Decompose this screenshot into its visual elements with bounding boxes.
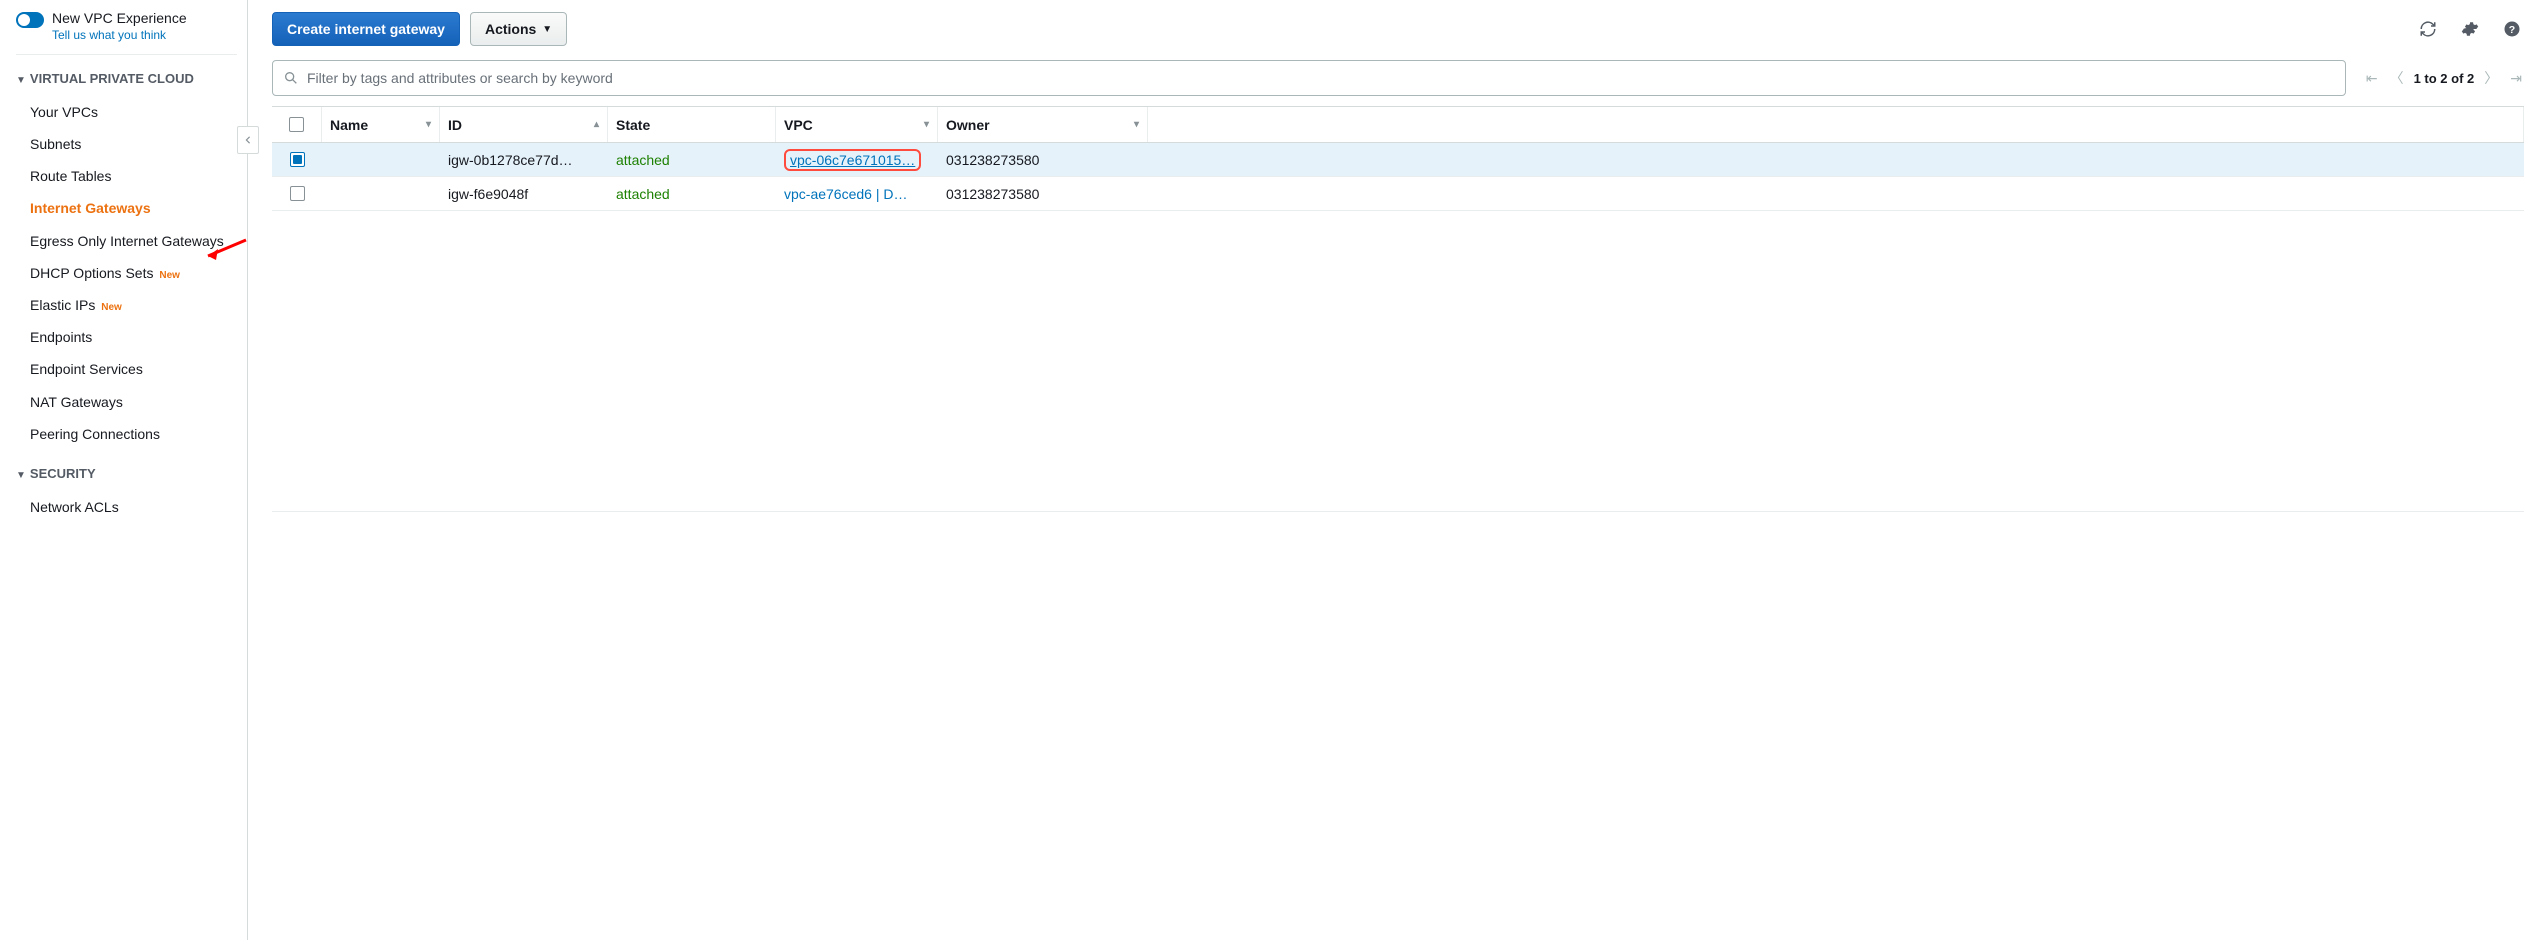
refresh-icon[interactable] <box>2416 17 2440 41</box>
table-row[interactable]: igw-0b1278ce77d…attached vpc-06c7e671015…… <box>272 143 2524 177</box>
sidebar-item-subnets[interactable]: Subnets <box>16 128 247 160</box>
table-footer <box>272 511 2524 513</box>
checkbox-icon[interactable] <box>290 186 305 201</box>
main-content: Create internet gateway Actions ▼ ? ⇤ 〈 … <box>248 0 2548 940</box>
create-internet-gateway-button[interactable]: Create internet gateway <box>272 12 460 46</box>
table-header: Name▾ ID▴ State VPC▾ Owner▾ <box>272 107 2524 143</box>
search-icon <box>283 70 299 86</box>
new-experience-label: New VPC Experience <box>52 10 187 26</box>
cell-state: attached <box>608 152 776 168</box>
feedback-link[interactable]: Tell us what you think <box>52 28 187 42</box>
nav-section: ▼SECURITY Network ACLs <box>16 466 247 523</box>
checkbox-icon[interactable] <box>290 152 305 167</box>
sidebar-item-egress-only-internet-gateways[interactable]: Egress Only Internet Gateways <box>16 225 247 257</box>
chevron-down-icon: ▼ <box>542 24 552 35</box>
cell-id: igw-0b1278ce77d… <box>440 152 608 168</box>
sidebar: New VPC Experience Tell us what you thin… <box>0 0 248 940</box>
search-box[interactable] <box>272 60 2346 96</box>
caret-down-icon: ▼ <box>16 74 26 87</box>
new-badge: New <box>159 270 180 281</box>
sidebar-item-network-acls[interactable]: Network ACLs <box>16 491 247 523</box>
row-select[interactable] <box>272 186 322 201</box>
sort-icon: ▾ <box>426 119 431 130</box>
page-next-icon[interactable]: 〉 <box>2482 68 2500 88</box>
cell-vpc: vpc-ae76ced6 | D… <box>776 186 938 202</box>
actions-label: Actions <box>485 21 536 37</box>
select-all-header[interactable] <box>272 107 322 142</box>
sort-icon: ▾ <box>1134 119 1139 130</box>
sidebar-item-peering-connections[interactable]: Peering Connections <box>16 418 247 450</box>
sidebar-item-route-tables[interactable]: Route Tables <box>16 160 247 192</box>
table-row[interactable]: igw-f6e9048fattached vpc-ae76ced6 | D… 031… <box>272 177 2524 211</box>
toggle-icon[interactable] <box>16 12 44 28</box>
filter-row: ⇤ 〈 1 to 2 of 2 〉 ⇥ <box>272 60 2524 96</box>
cell-id: igw-f6e9048f <box>440 186 608 202</box>
new-vpc-experience: New VPC Experience Tell us what you thin… <box>16 10 237 55</box>
settings-icon[interactable] <box>2458 17 2482 41</box>
nav-section-title[interactable]: ▼VIRTUAL PRIVATE CLOUD <box>16 71 247 88</box>
col-state[interactable]: State <box>608 107 776 142</box>
sidebar-item-nat-gateways[interactable]: NAT Gateways <box>16 386 247 418</box>
sidebar-item-endpoints[interactable]: Endpoints <box>16 321 247 353</box>
new-badge: New <box>101 302 122 313</box>
caret-down-icon: ▼ <box>16 469 26 482</box>
cell-owner: 031238273580 <box>938 186 1148 202</box>
sidebar-item-elastic-ips[interactable]: Elastic IPs New <box>16 289 247 321</box>
page-first-icon[interactable]: ⇤ <box>2364 70 2380 87</box>
sidebar-item-endpoint-services[interactable]: Endpoint Services <box>16 353 247 385</box>
sidebar-item-your-vpcs[interactable]: Your VPCs <box>16 96 247 128</box>
sidebar-collapse-handle[interactable] <box>237 126 259 154</box>
sidebar-item-dhcp-options-sets[interactable]: DHCP Options Sets New <box>16 257 247 289</box>
nav-section-title[interactable]: ▼SECURITY <box>16 466 247 483</box>
nav-section: ▼VIRTUAL PRIVATE CLOUD Your VPCsSubnetsRo… <box>16 71 247 450</box>
col-name[interactable]: Name▾ <box>322 107 440 142</box>
vpc-link[interactable]: vpc-06c7e671015… <box>790 152 915 168</box>
checkbox-icon[interactable] <box>289 117 304 132</box>
col-owner[interactable]: Owner▾ <box>938 107 1148 142</box>
cell-owner: 031238273580 <box>938 152 1148 168</box>
actions-button[interactable]: Actions ▼ <box>470 12 567 46</box>
vpc-link[interactable]: vpc-ae76ced6 | D… <box>784 186 907 202</box>
cell-state: attached <box>608 186 776 202</box>
internet-gateways-table: Name▾ ID▴ State VPC▾ Owner▾ igw-0b1278ce… <box>272 106 2524 211</box>
row-select[interactable] <box>272 152 322 167</box>
svg-text:?: ? <box>2509 24 2515 36</box>
search-input[interactable] <box>307 70 2335 86</box>
vpc-highlight-box: vpc-06c7e671015… <box>784 149 921 171</box>
pagination: ⇤ 〈 1 to 2 of 2 〉 ⇥ <box>2364 68 2524 88</box>
nav-items: Network ACLs <box>16 491 247 523</box>
page-prev-icon[interactable]: 〈 <box>2388 68 2406 88</box>
col-vpc[interactable]: VPC▾ <box>776 107 938 142</box>
nav-items: Your VPCsSubnetsRoute TablesInternet Gat… <box>16 96 247 450</box>
sidebar-item-internet-gateways[interactable]: Internet Gateways <box>16 192 247 224</box>
sort-icon: ▾ <box>924 119 929 130</box>
help-icon[interactable]: ? <box>2500 17 2524 41</box>
pagination-text: 1 to 2 of 2 <box>2414 71 2475 86</box>
toolbar: Create internet gateway Actions ▼ ? <box>272 12 2524 46</box>
col-id[interactable]: ID▴ <box>440 107 608 142</box>
sort-asc-icon: ▴ <box>594 119 599 130</box>
page-last-icon[interactable]: ⇥ <box>2508 70 2524 87</box>
cell-vpc: vpc-06c7e671015… <box>776 149 938 171</box>
